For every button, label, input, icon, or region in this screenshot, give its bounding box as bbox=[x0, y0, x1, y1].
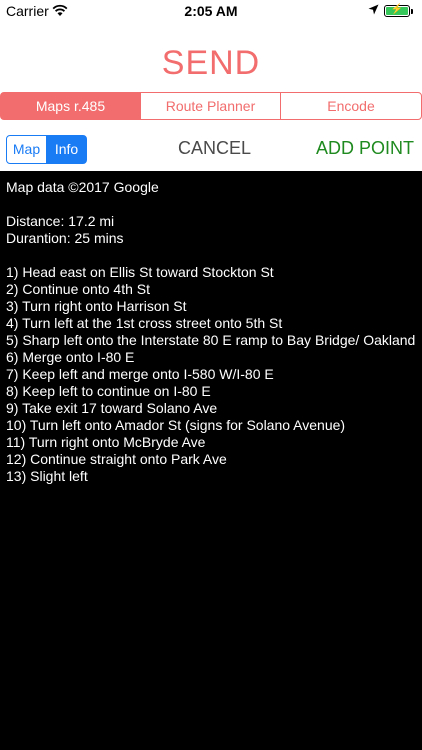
status-bar: Carrier 2:05 AM ⚡ bbox=[0, 0, 422, 22]
direction-step: 2) Continue onto 4th St bbox=[6, 281, 150, 297]
page-title: SEND bbox=[161, 44, 261, 82]
segment-route-planner[interactable]: Route Planner bbox=[140, 92, 281, 120]
add-point-button[interactable]: ADD POINT bbox=[316, 138, 414, 159]
map-data-attribution: Map data ©2017 Google bbox=[6, 179, 159, 195]
direction-step: 11) Turn right onto McBryde Ave bbox=[6, 434, 206, 450]
distance-text: Distance: 17.2 mi bbox=[6, 213, 115, 229]
direction-step: 1) Head east on Ellis St toward Stockton… bbox=[6, 264, 274, 280]
toggle-info[interactable]: Info bbox=[46, 135, 87, 164]
status-time: 2:05 AM bbox=[184, 3, 238, 19]
direction-step: 6) Merge onto I-80 E bbox=[6, 349, 135, 365]
location-arrow-icon bbox=[368, 4, 379, 15]
directions-list: 1) Head east on Ellis St toward Stockton… bbox=[6, 264, 418, 485]
direction-step: 8) Keep left to continue on I-80 E bbox=[6, 383, 211, 399]
direction-step: 7) Keep left and merge onto I-580 W/I-80… bbox=[6, 366, 274, 382]
toggle-map[interactable]: Map bbox=[6, 135, 47, 164]
battery-tip bbox=[411, 9, 413, 14]
direction-step: 10) Turn left onto Amador St (signs for … bbox=[6, 417, 346, 433]
segment-maps[interactable]: Maps r.485 bbox=[0, 92, 141, 120]
direction-step: 3) Turn right onto Harrison St bbox=[6, 298, 187, 314]
cancel-button[interactable]: CANCEL bbox=[178, 138, 251, 159]
segment-encode[interactable]: Encode bbox=[280, 92, 422, 120]
info-panel: Map data ©2017 Google Distance: 17.2 mi … bbox=[6, 179, 418, 485]
direction-step: 13) Slight left bbox=[6, 468, 88, 484]
duration-text: Durantion: 25 mins bbox=[6, 230, 124, 246]
direction-step: 9) Take exit 17 toward Solano Ave bbox=[6, 400, 218, 416]
top-panel: Carrier 2:05 AM ⚡ SEND Maps r.485 Route … bbox=[0, 0, 422, 171]
direction-step: 5) Sharp left onto the Interstate 80 E r… bbox=[6, 332, 416, 348]
map-info-toggle: Map Info bbox=[6, 135, 87, 164]
battery-charging-icon: ⚡ bbox=[384, 4, 410, 17]
direction-step: 12) Continue straight onto Park Ave bbox=[6, 451, 227, 467]
direction-step: 4) Turn left at the 1st cross street ont… bbox=[6, 315, 283, 331]
mode-segmented-control: Maps r.485 Route Planner Encode bbox=[0, 92, 422, 120]
